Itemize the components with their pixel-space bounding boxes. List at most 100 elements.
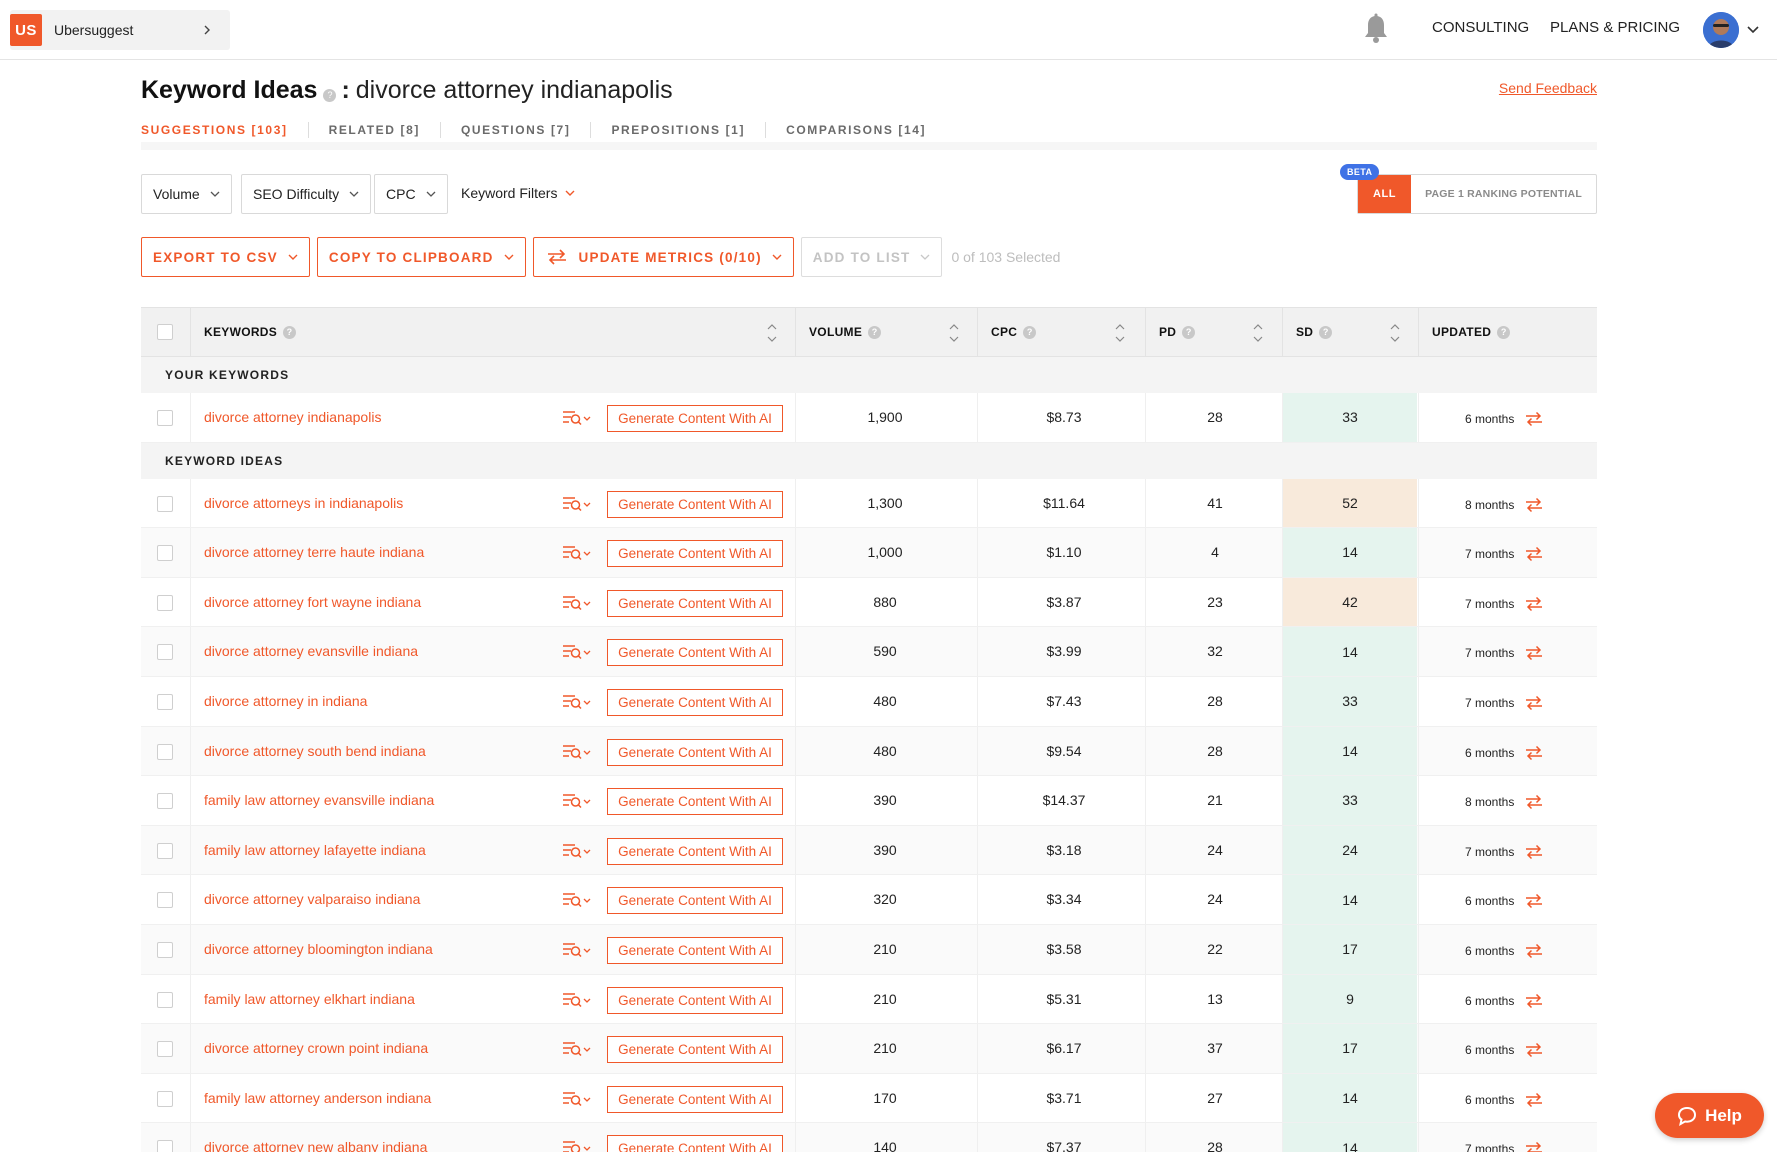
bell-icon[interactable] bbox=[1362, 13, 1390, 45]
pd-column-header[interactable]: PD ? bbox=[1159, 308, 1200, 356]
keyword-analysis-icon[interactable] bbox=[562, 792, 592, 810]
keyword-analysis-icon[interactable] bbox=[562, 1139, 592, 1152]
refresh-icon[interactable] bbox=[1524, 595, 1544, 613]
keyword-link[interactable]: divorce attorney evansville indiana bbox=[204, 643, 418, 659]
keywords-column-header[interactable]: KEYWORDS ? bbox=[204, 308, 301, 356]
update-metrics-button[interactable]: UPDATE METRICS (0/10) bbox=[532, 237, 794, 277]
refresh-icon[interactable] bbox=[1524, 744, 1544, 762]
export-csv-button[interactable]: EXPORT TO CSV bbox=[141, 237, 310, 277]
tab-prepositions[interactable]: PREPOSITIONS [1] bbox=[591, 122, 767, 138]
avatar[interactable] bbox=[1703, 12, 1739, 48]
segment-all[interactable]: ALL bbox=[1358, 175, 1411, 213]
generate-content-ai-button[interactable]: Generate Content With AI bbox=[607, 540, 783, 568]
refresh-icon[interactable] bbox=[1524, 694, 1544, 712]
tab-questions[interactable]: QUESTIONS [7] bbox=[441, 122, 592, 138]
row-checkbox[interactable] bbox=[157, 410, 173, 426]
help-icon[interactable]: ? bbox=[868, 325, 882, 339]
keyword-link[interactable]: divorce attorney valparaiso indiana bbox=[204, 891, 420, 907]
refresh-icon[interactable] bbox=[1524, 1091, 1544, 1109]
help-icon[interactable]: ? bbox=[1182, 325, 1196, 339]
keyword-analysis-icon[interactable] bbox=[562, 643, 592, 661]
keyword-analysis-icon[interactable] bbox=[562, 495, 592, 513]
tab-suggestions[interactable]: SUGGESTIONS [103] bbox=[141, 122, 309, 138]
refresh-icon[interactable] bbox=[1524, 1140, 1544, 1152]
generate-content-ai-button[interactable]: Generate Content With AI bbox=[607, 1085, 783, 1113]
segment-page1-ranking-potential[interactable]: PAGE 1 RANKING POTENTIAL bbox=[1411, 175, 1596, 213]
refresh-icon[interactable] bbox=[1524, 992, 1544, 1010]
generate-content-ai-button[interactable]: Generate Content With AI bbox=[607, 589, 783, 617]
generate-content-ai-button[interactable]: Generate Content With AI bbox=[607, 639, 783, 667]
keyword-analysis-icon[interactable] bbox=[562, 1090, 592, 1108]
generate-content-ai-button[interactable]: Generate Content With AI bbox=[607, 405, 783, 432]
generate-content-ai-button[interactable]: Generate Content With AI bbox=[607, 837, 783, 865]
refresh-icon[interactable] bbox=[1524, 410, 1544, 428]
refresh-icon[interactable] bbox=[1524, 942, 1544, 960]
refresh-icon[interactable] bbox=[1524, 644, 1544, 662]
keyword-link[interactable]: family law attorney lafayette indiana bbox=[204, 842, 426, 858]
help-icon[interactable]: ? bbox=[1497, 325, 1511, 339]
generate-content-ai-button[interactable]: Generate Content With AI bbox=[607, 490, 783, 518]
keyword-link[interactable]: divorce attorney new albany indiana bbox=[204, 1139, 427, 1152]
help-icon[interactable]: ? bbox=[1319, 325, 1333, 339]
nav-plans-pricing[interactable]: PLANS & PRICING bbox=[1550, 19, 1680, 36]
row-checkbox[interactable] bbox=[157, 693, 173, 710]
help-icon[interactable]: ? bbox=[1023, 325, 1037, 339]
keyword-analysis-icon[interactable] bbox=[562, 891, 592, 909]
row-checkbox[interactable] bbox=[157, 1041, 173, 1058]
sort-icon[interactable] bbox=[1115, 322, 1125, 344]
volume-filter[interactable]: Volume bbox=[141, 174, 232, 214]
keyword-analysis-icon[interactable] bbox=[562, 941, 592, 959]
keyword-analysis-icon[interactable] bbox=[562, 842, 592, 860]
project-selector[interactable]: US Ubersuggest bbox=[10, 10, 230, 50]
row-checkbox[interactable] bbox=[157, 842, 173, 859]
row-checkbox[interactable] bbox=[157, 892, 173, 909]
sort-icon[interactable] bbox=[767, 322, 777, 344]
row-checkbox[interactable] bbox=[157, 1090, 173, 1107]
row-checkbox[interactable] bbox=[157, 941, 173, 958]
refresh-icon[interactable] bbox=[1524, 496, 1544, 514]
keyword-analysis-icon[interactable] bbox=[562, 991, 592, 1009]
sort-icon[interactable] bbox=[1390, 322, 1400, 344]
add-to-list-button[interactable]: ADD TO LIST bbox=[800, 237, 943, 277]
keyword-link[interactable]: family law attorney anderson indiana bbox=[204, 1090, 431, 1106]
row-checkbox[interactable] bbox=[157, 793, 173, 810]
keyword-analysis-icon[interactable] bbox=[562, 743, 592, 761]
volume-column-header[interactable]: VOLUME ? bbox=[809, 308, 886, 356]
nav-consulting[interactable]: CONSULTING bbox=[1432, 19, 1529, 36]
tab-comparisons[interactable]: COMPARISONS [14] bbox=[766, 122, 946, 138]
keyword-analysis-icon[interactable] bbox=[562, 594, 592, 612]
row-checkbox[interactable] bbox=[157, 594, 173, 611]
generate-content-ai-button[interactable]: Generate Content With AI bbox=[607, 887, 783, 915]
keyword-link[interactable]: divorce attorney in indiana bbox=[204, 693, 367, 709]
keyword-link[interactable]: divorce attorney indianapolis bbox=[204, 409, 381, 425]
cpc-filter[interactable]: CPC bbox=[374, 174, 448, 214]
row-checkbox[interactable] bbox=[157, 545, 173, 562]
keyword-link[interactable]: divorce attorney bloomington indiana bbox=[204, 941, 433, 957]
row-checkbox[interactable] bbox=[157, 644, 173, 661]
cpc-column-header[interactable]: CPC ? bbox=[991, 308, 1041, 356]
keyword-link[interactable]: family law attorney evansville indiana bbox=[204, 792, 434, 808]
send-feedback-link[interactable]: Send Feedback bbox=[1499, 80, 1597, 96]
generate-content-ai-button[interactable]: Generate Content With AI bbox=[607, 986, 783, 1014]
select-all-checkbox[interactable] bbox=[157, 324, 173, 340]
sd-column-header[interactable]: SD ? bbox=[1296, 308, 1337, 356]
refresh-icon[interactable] bbox=[1524, 545, 1544, 563]
keyword-link[interactable]: divorce attorney fort wayne indiana bbox=[204, 594, 421, 610]
keyword-analysis-icon[interactable] bbox=[562, 693, 592, 711]
chevron-down-icon[interactable] bbox=[1747, 24, 1759, 34]
keyword-link[interactable]: divorce attorney crown point indiana bbox=[204, 1040, 428, 1056]
keyword-analysis-icon[interactable] bbox=[562, 1040, 592, 1058]
help-icon[interactable]: ? bbox=[323, 89, 337, 102]
sort-icon[interactable] bbox=[949, 322, 959, 344]
help-button[interactable]: Help bbox=[1655, 1093, 1764, 1138]
generate-content-ai-button[interactable]: Generate Content With AI bbox=[607, 688, 783, 716]
seo-difficulty-filter[interactable]: SEO Difficulty bbox=[241, 174, 372, 214]
keyword-analysis-icon[interactable] bbox=[562, 544, 592, 562]
refresh-icon[interactable] bbox=[1524, 793, 1544, 811]
keyword-analysis-icon[interactable] bbox=[562, 409, 592, 427]
updated-column-header[interactable]: UPDATED ? bbox=[1432, 308, 1515, 356]
help-icon[interactable]: ? bbox=[283, 325, 297, 339]
copy-clipboard-button[interactable]: COPY TO CLIPBOARD bbox=[316, 237, 526, 277]
refresh-icon[interactable] bbox=[1524, 843, 1544, 861]
keyword-link[interactable]: divorce attorney terre haute indiana bbox=[204, 544, 424, 560]
